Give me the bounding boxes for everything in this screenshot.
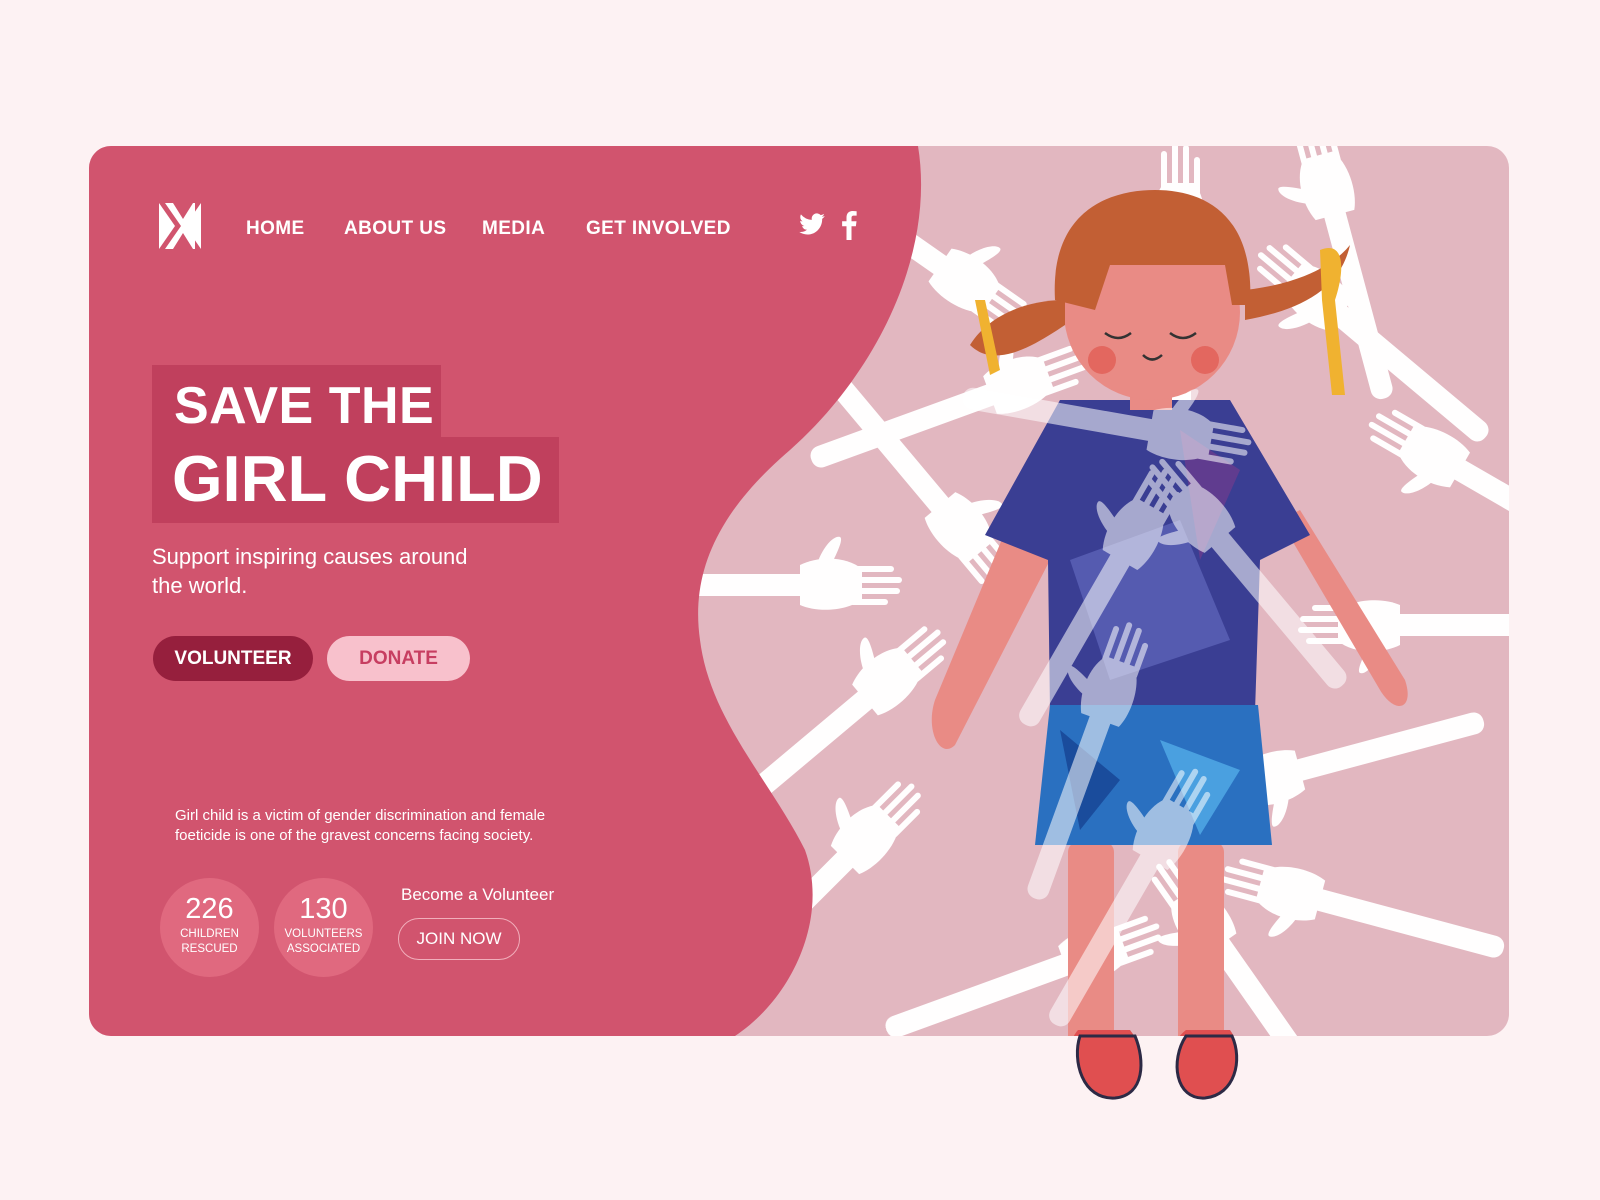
- nav-home[interactable]: HOME: [246, 214, 305, 244]
- nav-about-us[interactable]: ABOUT US: [344, 214, 446, 244]
- stat-volunteers-associated: 130 VOLUNTEERS ASSOCIATED: [274, 878, 373, 977]
- girl-figure: [931, 190, 1408, 1036]
- logo[interactable]: [159, 203, 201, 249]
- hero-illustration: [89, 146, 1509, 1100]
- hero-title-line1: SAVE THE: [174, 377, 435, 435]
- facebook-icon[interactable]: [840, 210, 858, 240]
- stat-label: CHILDREN RESCUED: [180, 928, 239, 955]
- stat-value: 226: [185, 893, 234, 925]
- description-text: Girl child is a victim of gender discrim…: [175, 807, 546, 844]
- nav-media[interactable]: MEDIA: [482, 214, 545, 244]
- stat-label: VOLUNTEERS ASSOCIATED: [284, 928, 363, 955]
- volunteer-button[interactable]: VOLUNTEER: [153, 636, 313, 681]
- donate-button[interactable]: DONATE: [327, 636, 470, 681]
- join-now-button[interactable]: JOIN NOW: [398, 918, 520, 960]
- hero-title-line2: GIRL CHILD: [172, 442, 543, 515]
- become-volunteer-text: Become a Volunteer: [401, 885, 555, 904]
- stat-children-rescued: 226 CHILDREN RESCUED: [160, 878, 259, 977]
- hand-shapes: [610, 146, 1509, 1036]
- hero-subtitle: Support inspiring causes around the worl…: [152, 544, 468, 598]
- nav-get-involved[interactable]: GET INVOLVED: [586, 214, 731, 244]
- twitter-icon[interactable]: [798, 210, 826, 238]
- stat-value: 130: [299, 893, 348, 925]
